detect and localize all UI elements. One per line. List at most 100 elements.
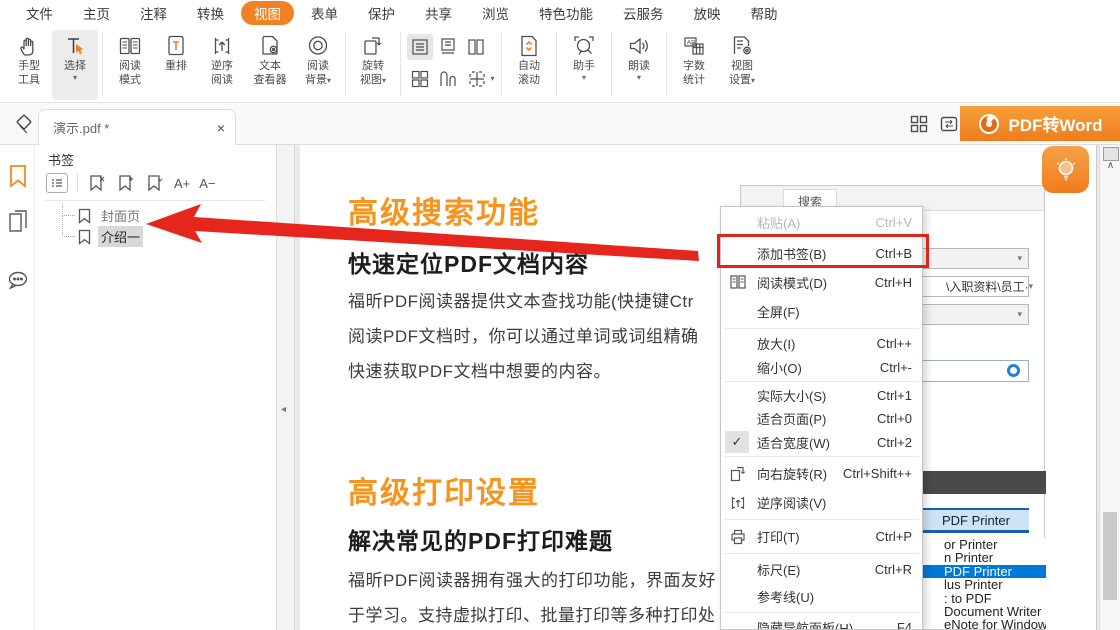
doc-paragraph-line: 于学习。支持虚拟打印、批量打印等多种打印处: [348, 601, 716, 626]
text-select-icon: [62, 32, 88, 60]
facing-view-button[interactable]: [463, 34, 489, 60]
context-menu: 粘贴(A)Ctrl+V 添加书签(B)Ctrl+B 阅读模式(D)Ctrl+H …: [720, 206, 923, 630]
font-decrease-icon[interactable]: A−: [199, 176, 215, 191]
text-viewer-icon: [257, 32, 283, 60]
menu-item-convert[interactable]: 转换: [197, 3, 224, 23]
menu-item-features[interactable]: 特色功能: [539, 3, 593, 23]
expand-bookmark-icon[interactable]: [145, 173, 165, 193]
menu-item-comment[interactable]: 注释: [140, 3, 167, 23]
reflow-button[interactable]: 重排: [153, 30, 199, 76]
bookmarks-panel-icon[interactable]: [7, 163, 29, 189]
menu-item-cloud[interactable]: 云服务: [623, 3, 664, 23]
add-bookmark-icon[interactable]: [116, 173, 136, 193]
reverse-read-icon: [209, 32, 235, 60]
view-settings-button[interactable]: 视图 设置▾: [717, 30, 767, 89]
menu-item-print[interactable]: 打印(T)Ctrl+P: [721, 522, 922, 551]
ribbon-toolbar: 手型 工具 选择 ▾ 阅读 模式 重排: [0, 26, 1120, 103]
hand-tool-button[interactable]: 手型 工具: [6, 30, 52, 89]
facing-continuous-view-button[interactable]: [435, 66, 461, 92]
chevron-down-icon: ▾: [1029, 281, 1034, 292]
menu-item-browse[interactable]: 浏览: [482, 3, 509, 23]
menu-item-home[interactable]: 主页: [83, 3, 110, 23]
chevron-down-icon: ▾: [1017, 309, 1022, 320]
toolbar-separator: [77, 174, 78, 192]
menu-item-rotate-right[interactable]: 向右旋转(R)Ctrl+Shift++: [721, 459, 922, 488]
read-mode-button[interactable]: 阅读 模式: [107, 30, 153, 89]
comments-panel-icon[interactable]: [6, 268, 30, 294]
bookmark-list-options-icon[interactable]: [46, 173, 68, 193]
auto-scroll-button[interactable]: 自动 滚动: [506, 30, 552, 89]
menu-item-share[interactable]: 共享: [425, 3, 452, 23]
menu-separator: [724, 612, 919, 613]
word-count-button[interactable]: AB 字数 统计: [671, 30, 717, 89]
panel-splitter[interactable]: [277, 145, 295, 630]
menu-item-protect[interactable]: 保护: [368, 3, 395, 23]
menu-item-fit-width[interactable]: ✓ 适合宽度(W)Ctrl+2: [721, 430, 922, 454]
pages-panel-icon[interactable]: [7, 208, 29, 234]
menu-item-ruler[interactable]: 标尺(E)Ctrl+R: [721, 556, 922, 583]
menu-item-view[interactable]: 视图: [241, 1, 294, 25]
read-mode-icon: [117, 32, 143, 60]
menu-item-slideshow[interactable]: 放映: [694, 3, 721, 23]
bookmark-flag-icon: [76, 207, 93, 225]
menu-item-full-screen[interactable]: 全屏(F): [721, 297, 922, 326]
ribbon-label: 工具: [18, 74, 40, 88]
ribbon-label: 选择: [64, 60, 86, 74]
grid-view-icon[interactable]: [908, 113, 930, 135]
menu-item-help[interactable]: 帮助: [751, 3, 778, 23]
single-page-view-button[interactable]: [407, 34, 433, 60]
split-view-button[interactable]: ▾: [463, 66, 499, 92]
word-count-icon: AB: [681, 32, 707, 60]
ribbon-label: 文本: [259, 60, 281, 74]
eraser-icon[interactable]: [12, 113, 36, 137]
menu-item-read-mode[interactable]: 阅读模式(D)Ctrl+H: [721, 267, 922, 297]
menu-item-fit-page[interactable]: 适合页面(P)Ctrl+0: [721, 407, 922, 430]
menu-item-actual-size[interactable]: 实际大小(S)Ctrl+1: [721, 384, 922, 407]
menu-item-form[interactable]: 表单: [311, 3, 338, 23]
toolbar-separator: [556, 32, 557, 96]
read-aloud-button[interactable]: 朗读 ▾: [616, 30, 662, 84]
page-switch-icon[interactable]: [938, 113, 960, 135]
tips-lightbulb-button[interactable]: [1042, 146, 1089, 193]
svg-text:AB: AB: [687, 40, 696, 47]
bookmarks-panel-title: 书签: [48, 150, 74, 169]
scroll-up-icon[interactable]: ∧: [1104, 160, 1117, 171]
font-increase-icon[interactable]: A+: [174, 176, 190, 191]
menu-item-guides[interactable]: 参考线(U): [721, 583, 922, 610]
reverse-read-button[interactable]: 逆序 阅读: [199, 30, 245, 89]
caret-down-icon: ▾: [582, 74, 586, 82]
read-mode-icon: [728, 272, 748, 292]
ribbon-label: 设置▾: [729, 74, 755, 88]
menu-item-reverse-read[interactable]: 逆序阅读(V): [721, 488, 922, 517]
reflow-icon: [163, 32, 189, 60]
menu-item-zoom-out[interactable]: 缩小(O)Ctrl+-: [721, 355, 922, 379]
bookmark-item[interactable]: 封面页: [76, 205, 143, 226]
bookmarks-panel: 书签 A+ A− 封面页 介绍一: [35, 145, 277, 630]
bookmark-item-selected[interactable]: 介绍一: [76, 226, 143, 247]
ribbon-label: 视图▾: [360, 74, 386, 88]
four-page-view-button[interactable]: [407, 66, 433, 92]
pdf-to-word-button[interactable]: PDF转Word: [960, 106, 1120, 141]
menu-item-hide-nav-panel[interactable]: 隐藏导航面板(H)F4: [721, 615, 922, 630]
ribbon-label: 阅读: [119, 60, 141, 74]
lightbulb-icon: [1051, 155, 1081, 185]
menu-item-file[interactable]: 文件: [26, 3, 53, 23]
foxit-logo-icon: [977, 112, 1001, 136]
text-viewer-button[interactable]: 文本 查看器: [245, 30, 295, 89]
continuous-view-button[interactable]: [435, 34, 461, 60]
document-tab[interactable]: 演示.pdf * ×: [38, 109, 236, 145]
ribbon-label: 旋转: [362, 60, 384, 74]
select-tool-button[interactable]: 选择 ▾: [52, 30, 98, 100]
delete-bookmark-icon[interactable]: [87, 173, 107, 193]
collapse-panel-icon[interactable]: ◂: [281, 404, 286, 415]
assistant-button[interactable]: 助手 ▾: [561, 30, 607, 84]
tree-connector: [62, 215, 75, 237]
read-background-button[interactable]: 阅读 背景▾: [295, 30, 341, 89]
scrollbar-thumb[interactable]: [1103, 512, 1117, 600]
tab-close-icon[interactable]: ×: [217, 120, 225, 136]
rotate-view-button[interactable]: 旋转 视图▾: [350, 30, 396, 89]
menu-item-zoom-in[interactable]: 放大(I)Ctrl++: [721, 331, 922, 355]
scrollbar-split-box[interactable]: [1103, 147, 1119, 161]
ribbon-label: 朗读: [628, 60, 650, 74]
caret-down-icon: ▾: [382, 76, 386, 85]
